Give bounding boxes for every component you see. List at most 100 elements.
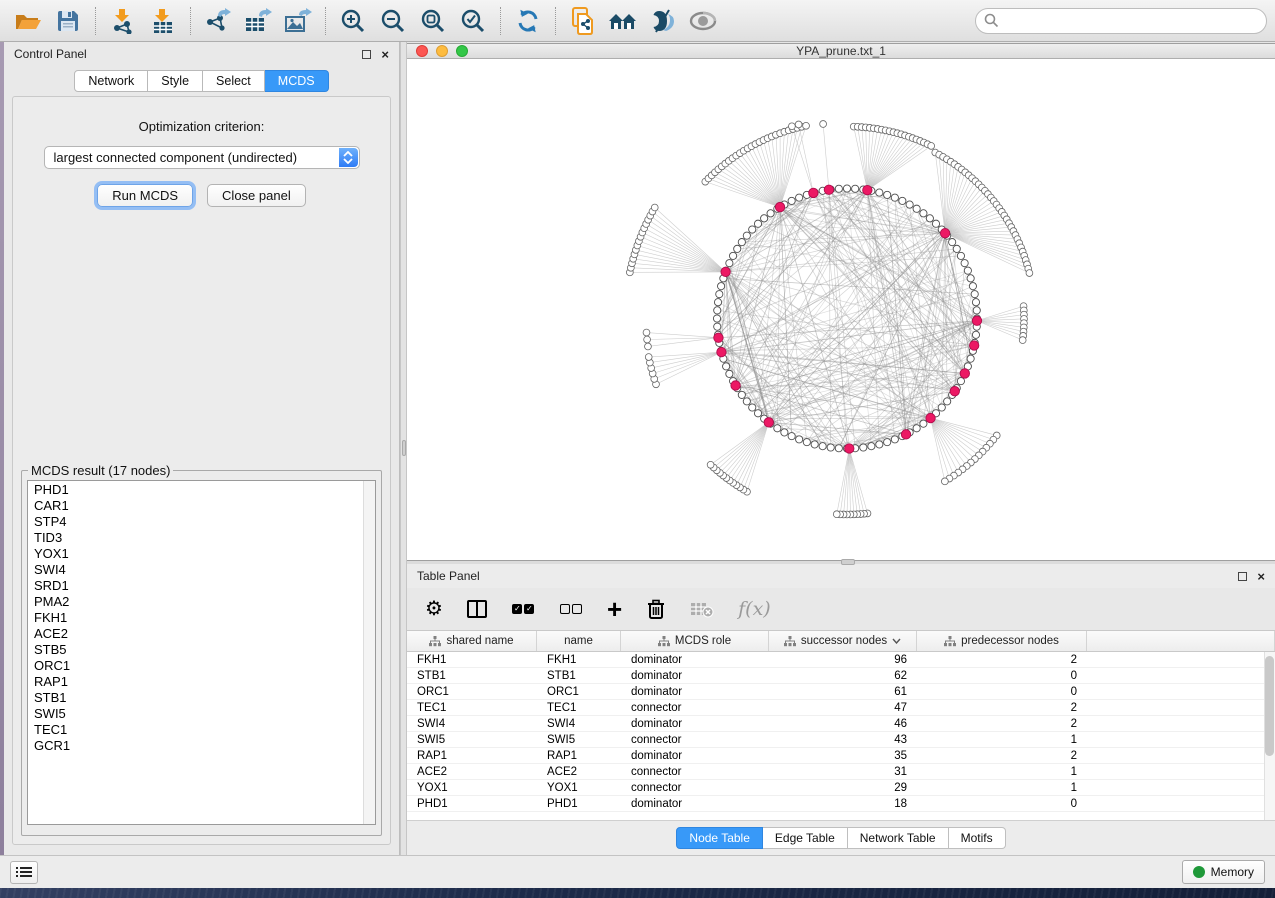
result-node[interactable]: PHD1 <box>34 482 375 498</box>
network-canvas[interactable] <box>407 59 1275 560</box>
optimization-criterion-select[interactable]: largest connected component (undirected) <box>44 146 360 169</box>
result-node[interactable]: SRD1 <box>34 578 375 594</box>
cell: dominator <box>621 670 769 682</box>
control-panel: Control Panel × NetworkStyleSelectMCDS O… <box>4 42 400 855</box>
table-row[interactable]: STB1STB1dominator620 <box>407 668 1275 684</box>
cell: dominator <box>621 750 769 762</box>
result-node[interactable]: FKH1 <box>34 610 375 626</box>
column-header-shared-name[interactable]: shared name <box>407 631 537 651</box>
tab-mcds[interactable]: MCDS <box>265 70 329 92</box>
cell: SWI5 <box>537 734 621 746</box>
table-row[interactable]: YOX1YOX1connector291 <box>407 780 1275 796</box>
result-node[interactable]: ORC1 <box>34 658 375 674</box>
save-icon[interactable] <box>48 3 88 39</box>
vertical-splitter[interactable] <box>400 42 407 855</box>
column-header-MCDS-role[interactable]: MCDS role <box>621 631 769 651</box>
optimization-criterion-value: largest connected component (undirected) <box>54 150 298 165</box>
export-image-icon[interactable] <box>278 3 318 39</box>
cell: 0 <box>917 686 1087 698</box>
cell: FKH1 <box>407 654 537 666</box>
result-node[interactable]: TID3 <box>34 530 375 546</box>
new-network-from-selection-icon[interactable] <box>563 3 603 39</box>
result-node[interactable]: PMA2 <box>34 594 375 610</box>
tab-edge-table[interactable]: Edge Table <box>763 827 848 849</box>
search-field[interactable] <box>975 8 1267 34</box>
result-node[interactable]: CAR1 <box>34 498 375 514</box>
tab-network-table[interactable]: Network Table <box>848 827 949 849</box>
cell: 35 <box>769 750 917 762</box>
table-row[interactable]: FKH1FKH1dominator962 <box>407 652 1275 668</box>
export-network-icon[interactable] <box>198 3 238 39</box>
table-scrollbar-thumb[interactable] <box>1265 656 1274 756</box>
result-node[interactable]: SWI5 <box>34 706 375 722</box>
splitter-grip[interactable] <box>402 440 406 456</box>
tab-style[interactable]: Style <box>148 70 203 92</box>
float-panel-icon[interactable] <box>362 50 371 59</box>
run-mcds-button[interactable]: Run MCDS <box>97 184 193 207</box>
float-panel-icon[interactable] <box>1238 572 1247 581</box>
open-file-icon[interactable] <box>8 3 48 39</box>
deselect-all-columns-icon[interactable] <box>559 596 583 622</box>
column-header-successor-nodes[interactable]: successor nodes <box>769 631 917 651</box>
table-scrollbar[interactable] <box>1264 652 1275 820</box>
panel-list-button[interactable] <box>10 861 38 884</box>
zoom-fit-icon[interactable] <box>413 3 453 39</box>
close-panel-button[interactable]: Close panel <box>207 184 306 207</box>
network-window-titlebar[interactable]: YPA_prune.txt_1 <box>407 44 1275 59</box>
cell: ORC1 <box>407 686 537 698</box>
memory-button[interactable]: Memory <box>1182 860 1265 884</box>
tab-network[interactable]: Network <box>74 70 148 92</box>
houses-icon[interactable] <box>603 3 643 39</box>
result-node[interactable]: STB1 <box>34 690 375 706</box>
export-table-icon[interactable] <box>238 3 278 39</box>
toolbar-separator <box>325 7 326 35</box>
import-network-icon[interactable] <box>103 3 143 39</box>
close-panel-icon[interactable]: × <box>381 48 389 61</box>
cell: 29 <box>769 782 917 794</box>
tab-select[interactable]: Select <box>203 70 265 92</box>
visual-properties-icon[interactable] <box>643 3 683 39</box>
cell: connector <box>621 766 769 778</box>
table-options-gear-icon[interactable]: ⚙ <box>425 596 443 622</box>
table-row[interactable]: SWI5SWI5connector431 <box>407 732 1275 748</box>
function-builder-icon-disabled: f(x) <box>738 596 771 622</box>
horizontal-splitter[interactable] <box>407 561 1275 564</box>
delete-column-trash-icon[interactable] <box>646 596 666 622</box>
show-columns-icon[interactable] <box>467 596 487 622</box>
result-node[interactable]: ACE2 <box>34 626 375 642</box>
search-input[interactable] <box>999 14 1258 28</box>
zoom-in-icon[interactable] <box>333 3 373 39</box>
splitter-grip[interactable] <box>841 559 855 565</box>
toolbar-separator <box>190 7 191 35</box>
result-list-scrollbar[interactable] <box>363 481 375 824</box>
zoom-selected-icon[interactable] <box>453 3 493 39</box>
tab-node-table[interactable]: Node Table <box>676 827 763 849</box>
cell: 31 <box>769 766 917 778</box>
add-column-icon[interactable]: + <box>607 596 622 622</box>
table-row[interactable]: RAP1RAP1dominator352 <box>407 748 1275 764</box>
control-panel-tabs: NetworkStyleSelectMCDS <box>4 70 399 92</box>
result-node[interactable]: YOX1 <box>34 546 375 562</box>
table-row[interactable]: ORC1ORC1dominator610 <box>407 684 1275 700</box>
mcds-result-list[interactable]: PHD1CAR1STP4TID3YOX1SWI4SRD1PMA2FKH1ACE2… <box>27 480 376 825</box>
close-panel-icon[interactable]: × <box>1257 570 1265 583</box>
column-header-predecessor-nodes[interactable]: predecessor nodes <box>917 631 1087 651</box>
zoom-out-icon[interactable] <box>373 3 413 39</box>
result-node[interactable]: TEC1 <box>34 722 375 738</box>
table-tabs: Node TableEdge TableNetwork TableMotifs <box>407 821 1275 855</box>
graphics-details-eye-icon[interactable] <box>683 3 723 39</box>
import-table-icon[interactable] <box>143 3 183 39</box>
refresh-icon[interactable] <box>508 3 548 39</box>
result-node[interactable]: GCR1 <box>34 738 375 754</box>
table-row[interactable]: ACE2ACE2connector311 <box>407 764 1275 780</box>
result-node[interactable]: RAP1 <box>34 674 375 690</box>
table-row[interactable]: PHD1PHD1dominator180 <box>407 796 1275 812</box>
result-node[interactable]: STP4 <box>34 514 375 530</box>
result-node[interactable]: SWI4 <box>34 562 375 578</box>
column-header-name[interactable]: name <box>537 631 621 651</box>
table-row[interactable]: SWI4SWI4dominator462 <box>407 716 1275 732</box>
select-all-columns-icon[interactable] <box>511 596 535 622</box>
result-node[interactable]: STB5 <box>34 642 375 658</box>
table-row[interactable]: TEC1TEC1connector472 <box>407 700 1275 716</box>
tab-motifs[interactable]: Motifs <box>949 827 1006 849</box>
